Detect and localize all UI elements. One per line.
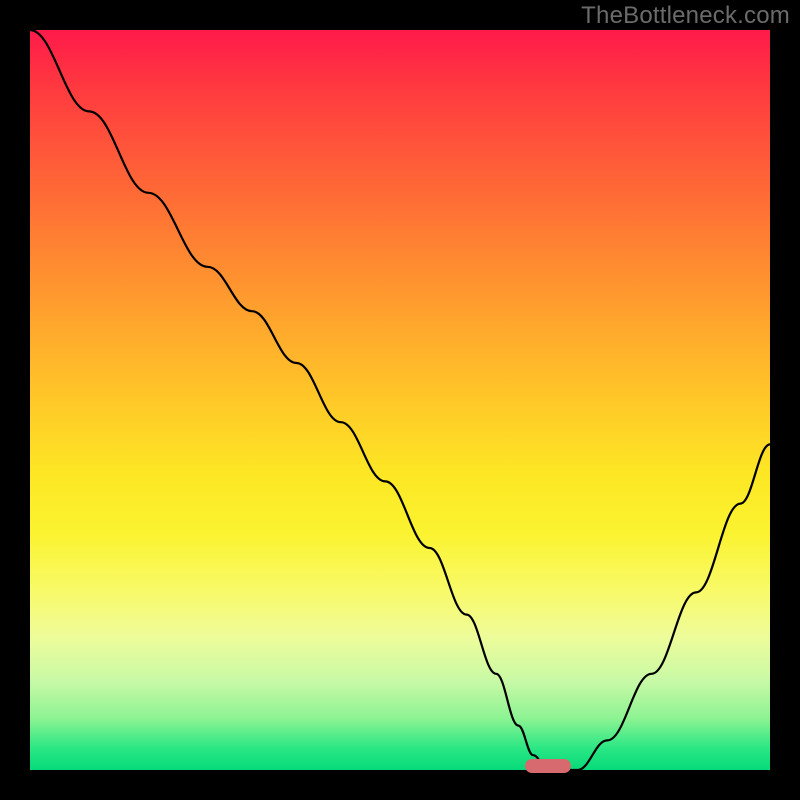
optimal-marker (525, 759, 571, 773)
curve-path (30, 30, 770, 770)
bottleneck-curve (30, 30, 770, 770)
watermark-text: TheBottleneck.com (581, 2, 790, 30)
chart-frame: TheBottleneck.com (0, 0, 800, 800)
